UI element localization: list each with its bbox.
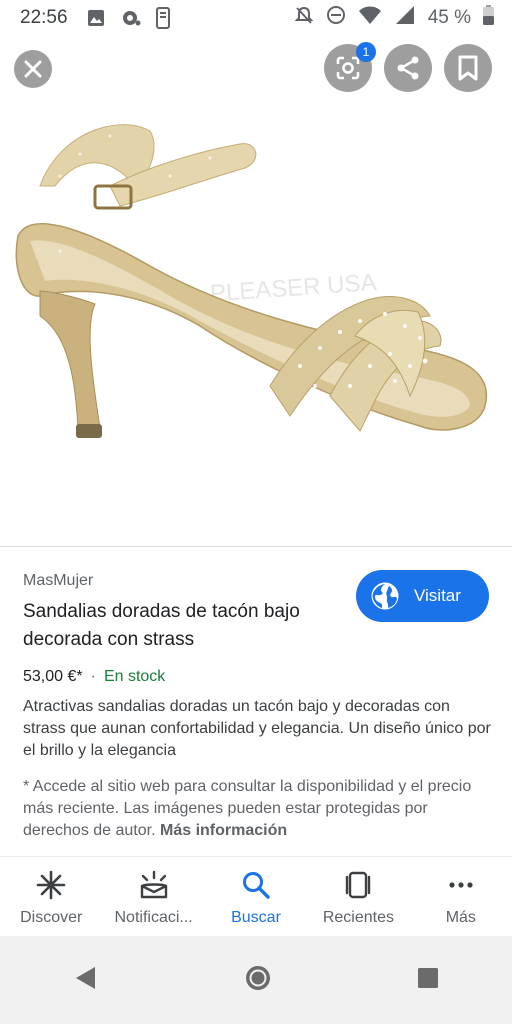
close-button[interactable] bbox=[14, 50, 52, 88]
nav-notifications[interactable]: Notificaci... bbox=[102, 857, 204, 935]
nav-discover[interactable]: Discover bbox=[0, 857, 102, 935]
lens-badge: 1 bbox=[356, 42, 376, 62]
bookmark-icon bbox=[458, 55, 478, 81]
price: 53,00 €* bbox=[23, 668, 83, 685]
back-triangle-icon bbox=[75, 966, 95, 989]
battery-percent: 45 % bbox=[427, 7, 471, 28]
search-icon bbox=[240, 869, 272, 901]
nav-more-label: Más bbox=[445, 909, 476, 926]
nav-discover-label: Discover bbox=[20, 909, 83, 926]
recents-square-icon bbox=[418, 967, 439, 988]
product-image-viewer[interactable]: PLEASER USA bbox=[0, 36, 512, 546]
cellular-signal-icon bbox=[394, 5, 416, 31]
stock-status: En stock bbox=[103, 668, 166, 685]
bell-icon bbox=[138, 869, 170, 901]
battery-icon bbox=[483, 5, 494, 31]
bottom-navigation: Discover Notificaci... Buscar Recientes … bbox=[0, 856, 512, 935]
mute-icon bbox=[294, 5, 314, 31]
nav-more[interactable]: Más bbox=[410, 857, 512, 935]
visit-button[interactable]: Visitar bbox=[356, 570, 489, 622]
asterisk-icon bbox=[35, 869, 67, 901]
separator-dot: · bbox=[90, 668, 96, 685]
share-icon bbox=[397, 56, 419, 80]
globe-icon bbox=[371, 582, 399, 610]
divider bbox=[0, 546, 512, 547]
home-button[interactable] bbox=[244, 964, 272, 997]
recent-cards-icon bbox=[342, 869, 374, 901]
home-circle-icon bbox=[245, 965, 270, 990]
product-title[interactable]: Sandalias doradas de tacón bajo decorada… bbox=[23, 598, 343, 654]
disclaimer-note: * Accede al sitio web para consultar la … bbox=[23, 776, 493, 842]
nav-notifications-label: Notificaci... bbox=[114, 909, 193, 926]
image-notification-icon bbox=[86, 8, 106, 28]
product-description: Atractivas sandalias doradas un tacón ba… bbox=[23, 698, 491, 759]
do-not-disturb-icon bbox=[326, 5, 346, 31]
more-dots-icon bbox=[445, 869, 477, 901]
nav-search[interactable]: Buscar bbox=[205, 857, 307, 935]
back-button[interactable] bbox=[73, 965, 99, 996]
price-row: 53,00 €* · En stock bbox=[23, 668, 165, 686]
wifi-icon bbox=[358, 5, 382, 31]
nav-recents-label: Recientes bbox=[322, 909, 394, 926]
save-button[interactable] bbox=[444, 44, 492, 92]
phone-notification-icon bbox=[155, 7, 170, 29]
product-image: PLEASER USA bbox=[15, 124, 488, 438]
image-watermark: PLEASER USA bbox=[209, 269, 377, 308]
nav-recents[interactable]: Recientes bbox=[307, 857, 409, 935]
share-button[interactable] bbox=[384, 44, 432, 92]
source-site[interactable]: MasMujer bbox=[23, 572, 93, 590]
lens-icon bbox=[336, 56, 360, 80]
recents-button[interactable] bbox=[417, 967, 439, 994]
system-navigation-bar bbox=[0, 936, 512, 1024]
nav-search-label: Buscar bbox=[231, 909, 281, 926]
more-info-link[interactable]: Más información bbox=[160, 822, 287, 839]
visit-label: Visitar bbox=[414, 586, 461, 605]
lens-notification-icon bbox=[120, 8, 142, 28]
clock: 22:56 bbox=[20, 7, 68, 28]
status-bar: 22:56 45 % bbox=[0, 0, 512, 36]
close-icon bbox=[24, 60, 42, 78]
